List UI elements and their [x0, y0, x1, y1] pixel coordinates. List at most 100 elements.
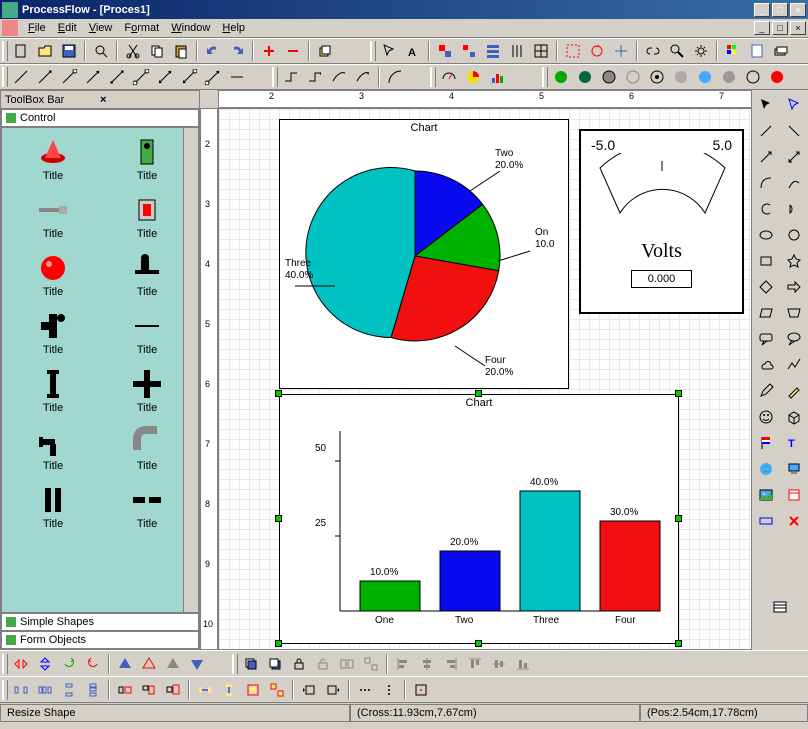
pie-chart[interactable]: Chart Two 20.0% On 10.0	[279, 119, 569, 389]
rect-sel-tool[interactable]	[562, 40, 584, 62]
trap-tool[interactable]	[783, 302, 805, 324]
size-1[interactable]	[114, 679, 136, 701]
toolbox-item[interactable]: Title	[10, 136, 96, 182]
sel-handle[interactable]	[275, 640, 282, 647]
cloud-tool[interactable]	[755, 354, 777, 376]
nudge-r[interactable]	[322, 679, 344, 701]
dist-3[interactable]	[58, 679, 80, 701]
lock-tool[interactable]	[288, 653, 310, 675]
toolbox-tab-form[interactable]: Form Objects	[1, 631, 199, 649]
flip-h[interactable]	[10, 653, 32, 675]
shape-fill[interactable]	[114, 653, 136, 675]
grid-tool[interactable]	[530, 40, 552, 62]
print-preview-button[interactable]	[90, 40, 112, 62]
gauge-icon[interactable]	[438, 66, 460, 88]
select-tool[interactable]	[378, 40, 400, 62]
group-tool[interactable]	[434, 40, 456, 62]
toolbox-item[interactable]: Title	[104, 136, 190, 182]
rect2-tool[interactable]	[755, 510, 777, 532]
ungroup-tool[interactable]	[458, 40, 480, 62]
al-top[interactable]	[464, 653, 486, 675]
layers-button[interactable]	[314, 40, 336, 62]
space-v[interactable]	[218, 679, 240, 701]
globe-tool[interactable]	[755, 458, 777, 480]
toolbox-item[interactable]: Title	[104, 194, 190, 240]
copy-button[interactable]	[146, 40, 168, 62]
send-back[interactable]	[264, 653, 286, 675]
c-green[interactable]	[550, 66, 572, 88]
toolbox-item[interactable]: Title	[104, 484, 190, 530]
cal-tool[interactable]	[783, 484, 805, 506]
rotate-tool[interactable]	[586, 40, 608, 62]
bigarrow-tool[interactable]	[783, 276, 805, 298]
undo-button[interactable]	[202, 40, 224, 62]
text-tool[interactable]: A	[402, 40, 424, 62]
shape-rev[interactable]	[186, 653, 208, 675]
comp-tool[interactable]	[783, 458, 805, 480]
pie-icon[interactable]	[462, 66, 484, 88]
conn-3[interactable]	[58, 66, 80, 88]
guides-tool[interactable]	[610, 40, 632, 62]
c-gray2[interactable]	[622, 66, 644, 88]
dist-1[interactable]	[10, 679, 32, 701]
c-dkgreen[interactable]	[574, 66, 596, 88]
toolbar-grip[interactable]	[2, 41, 8, 61]
new-button[interactable]	[10, 40, 32, 62]
sel-handle[interactable]	[475, 390, 482, 397]
image-tool[interactable]	[755, 484, 777, 506]
toolbox-item[interactable]: Title	[10, 368, 96, 414]
layers2-tool[interactable]	[770, 40, 792, 62]
pen-tool[interactable]	[783, 380, 805, 402]
sheet-tool[interactable]	[746, 40, 768, 62]
pointer2-tool[interactable]	[783, 94, 805, 116]
cut-button[interactable]	[122, 40, 144, 62]
curve3-tool[interactable]	[783, 172, 805, 194]
line-tool[interactable]	[755, 120, 777, 142]
sel-handle[interactable]	[675, 515, 682, 522]
toolbox-close-icon[interactable]: ×	[100, 94, 195, 106]
rect-tool[interactable]	[755, 250, 777, 272]
conn-5[interactable]	[106, 66, 128, 88]
toolbox-tab-simple[interactable]: Simple Shapes	[1, 613, 199, 631]
center-tool[interactable]	[410, 679, 432, 701]
group-btn[interactable]	[336, 653, 358, 675]
space-3[interactable]	[242, 679, 264, 701]
smiley-tool[interactable]	[755, 406, 777, 428]
ungroup-btn[interactable]	[360, 653, 382, 675]
space-4[interactable]	[266, 679, 288, 701]
canvas[interactable]: Chart Two 20.0% On 10.0	[218, 108, 752, 650]
dblarrow-tool[interactable]	[783, 146, 805, 168]
d-shape-tool[interactable]	[783, 198, 805, 220]
pencil-tool[interactable]	[755, 380, 777, 402]
zoom-tool[interactable]	[666, 40, 688, 62]
close-button[interactable]: ×	[790, 3, 806, 17]
paste-button[interactable]	[170, 40, 192, 62]
arc-tool[interactable]	[384, 66, 406, 88]
sel-handle[interactable]	[675, 640, 682, 647]
polyline-tool[interactable]	[783, 354, 805, 376]
toolbox-item[interactable]: Title	[104, 368, 190, 414]
add-btn[interactable]	[258, 40, 280, 62]
curve-1[interactable]	[328, 66, 350, 88]
redo-button[interactable]	[226, 40, 248, 62]
c-ring[interactable]	[646, 66, 668, 88]
dist-4[interactable]	[82, 679, 104, 701]
maximize-button[interactable]: □	[772, 3, 788, 17]
toolbox-item[interactable]: Title	[10, 310, 96, 356]
flip-v[interactable]	[34, 653, 56, 675]
arrow-tool[interactable]	[755, 146, 777, 168]
toolbox-item[interactable]: Title	[10, 484, 96, 530]
gear-tool[interactable]	[690, 40, 712, 62]
ellipse-tool[interactable]	[755, 224, 777, 246]
star-tool[interactable]	[783, 250, 805, 272]
menu-file[interactable]: File	[22, 20, 52, 36]
menu-edit[interactable]: Edit	[52, 20, 83, 36]
mdi-minimize-button[interactable]: _	[754, 21, 770, 35]
toolbox-tab-control[interactable]: Control	[1, 109, 199, 127]
rotate-r[interactable]	[82, 653, 104, 675]
arc2-tool[interactable]	[755, 172, 777, 194]
c-red[interactable]	[766, 66, 788, 88]
elbow-2[interactable]	[304, 66, 326, 88]
dist-2[interactable]	[34, 679, 56, 701]
c-gray1[interactable]	[598, 66, 620, 88]
